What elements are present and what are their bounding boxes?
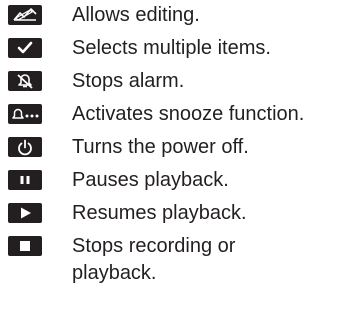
list-item-pause: Pauses playback. [0, 165, 348, 195]
list-item-play: Resumes playback. [0, 198, 348, 228]
item-label: Turns the power off. [72, 136, 249, 158]
list-item-edit: Allows editing. [0, 0, 348, 30]
item-label: Stops alarm. [72, 70, 185, 92]
list-item-stop-alarm: Stops alarm. [0, 66, 348, 96]
item-label-continued: playback. [72, 262, 157, 284]
power-icon [8, 137, 42, 157]
stop-icon [8, 236, 42, 256]
list-item-select-multiple: Selects multiple items. [0, 33, 348, 63]
list-item-snooze: Activates snooze function. [0, 99, 348, 129]
play-icon [8, 203, 42, 223]
item-label: Selects multiple items. [72, 37, 271, 59]
alarm-off-icon [8, 71, 42, 91]
item-label: Resumes playback. [72, 202, 247, 224]
list-item-power-off: Turns the power off. [0, 132, 348, 162]
list-item-stop: Stops recording or playback. [0, 231, 348, 291]
pause-icon [8, 170, 42, 190]
item-label: Activates snooze function. [72, 103, 305, 125]
item-label: Stops recording or [72, 235, 236, 257]
item-label: Pauses playback. [72, 169, 229, 191]
snooze-icon [8, 104, 42, 124]
checkmark-icon [8, 38, 42, 58]
item-label: Allows editing. [72, 4, 200, 26]
edit-icon [8, 5, 42, 25]
